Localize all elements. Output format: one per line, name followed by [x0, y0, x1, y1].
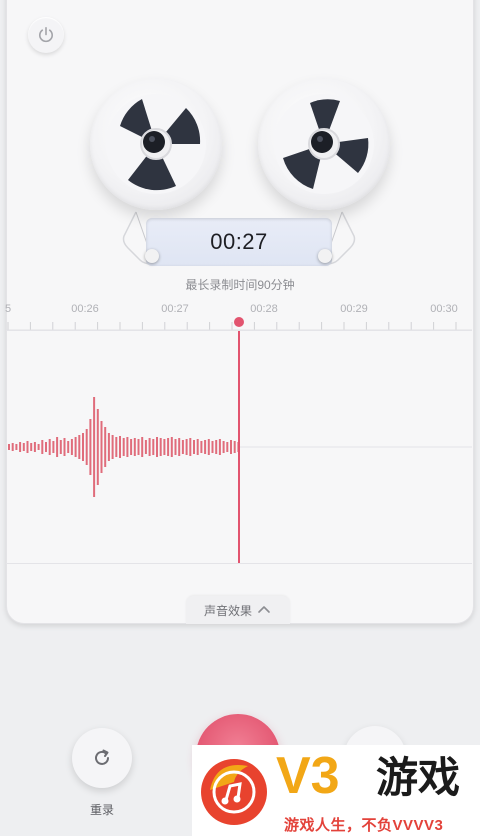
- power-button[interactable]: [28, 17, 64, 53]
- right-tape-knob: [318, 249, 332, 263]
- waveform-bar: [193, 440, 195, 454]
- waveform-bar: [226, 442, 229, 452]
- waveform-bar: [148, 438, 151, 456]
- waveform-bar: [144, 440, 147, 454]
- watermark-slogan: 游戏人生，不负VVVV3: [284, 817, 444, 834]
- v3-logo-icon: [201, 759, 267, 825]
- waveform-bar: [200, 441, 203, 453]
- waveform-bar: [156, 437, 158, 457]
- waveform-bar: [178, 438, 181, 456]
- waveform-bar: [152, 439, 155, 455]
- rerecord-button[interactable]: [72, 728, 132, 788]
- waveform-bar: [74, 437, 77, 457]
- playhead-handle: [234, 317, 244, 327]
- waveform-bar: [33, 442, 36, 452]
- sound-effects-tab[interactable]: 声音效果: [186, 596, 290, 624]
- waveform-bar: [215, 440, 218, 454]
- waveform-bar: [174, 439, 177, 455]
- waveform-bar: [233, 441, 236, 453]
- waveform-bar: [130, 439, 133, 455]
- waveform-bar: [41, 440, 44, 454]
- waveform-bar: [107, 433, 110, 461]
- power-icon: [39, 26, 53, 43]
- waveform-bar: [63, 438, 66, 456]
- waveform-bar: [100, 421, 103, 473]
- waveform-bar: [59, 440, 62, 454]
- waveform-bar: [15, 444, 18, 450]
- waveform-bar: [207, 439, 210, 455]
- waveform-bar: [189, 438, 192, 456]
- watermark-brand-cn: 游戏: [376, 753, 461, 802]
- waveform-bar: [122, 438, 125, 456]
- waveform-bar: [230, 440, 232, 454]
- waveform-bar: [19, 442, 22, 452]
- waveform-bar: [170, 437, 173, 457]
- waveform-bar: [82, 433, 84, 461]
- waveform-bar: [37, 444, 40, 450]
- waveform-bar: [56, 437, 59, 457]
- waveform-bar: [167, 438, 170, 456]
- max-duration-label: 最长录制时间90分钟: [185, 278, 295, 292]
- waveform-bar: [211, 441, 214, 453]
- sound-effects-label: 声音效果: [203, 603, 252, 618]
- waveform-bar: [11, 443, 14, 451]
- waveform-bar: [70, 439, 73, 455]
- waveform-bar: [26, 441, 29, 453]
- waveform-bar: [48, 439, 51, 455]
- waveform-bar: [30, 443, 33, 451]
- waveform-area[interactable]: [6, 330, 472, 564]
- waveform-bar: [52, 441, 55, 453]
- waveform-bar: [111, 435, 114, 459]
- waveform-bar: [185, 439, 188, 455]
- waveform-bar: [45, 442, 47, 452]
- waveform-bar: [104, 427, 107, 467]
- waveform-bar: [115, 437, 118, 457]
- waveform-bar: [163, 439, 166, 455]
- header-fragment: [30, 0, 100, 2]
- waveform-bar: [126, 437, 129, 457]
- waveform-bar: [137, 439, 140, 455]
- waveform-bar: [218, 439, 221, 455]
- waveform-bar: [119, 436, 121, 458]
- left-tape-knob: [145, 249, 159, 263]
- waveform-bar: [141, 437, 144, 457]
- waveform-bar: [133, 438, 136, 456]
- waveform-bar: [85, 429, 88, 465]
- rerecord-label: 重录: [89, 803, 114, 817]
- waveform-bar: [93, 397, 96, 497]
- right-tape-reel: [258, 78, 390, 210]
- waveform-bar: [67, 441, 70, 453]
- waveform-bar: [196, 439, 199, 455]
- elapsed-time-display: 00:27: [146, 218, 332, 266]
- waveform-bar: [204, 440, 207, 454]
- refresh-icon: [95, 749, 109, 765]
- waveform-bar: [159, 438, 162, 456]
- waveform-bar: [78, 435, 81, 459]
- waveform-bar: [22, 443, 25, 451]
- waveform-bar: [8, 444, 10, 450]
- left-tape-reel: [90, 78, 222, 210]
- chevron-up-icon: [258, 606, 270, 613]
- waveform-bar: [222, 441, 225, 453]
- waveform-bar: [96, 409, 99, 485]
- waveform-bar: [89, 419, 92, 475]
- watermark-brand: V3: [276, 747, 340, 805]
- waveform-bar: [181, 440, 184, 454]
